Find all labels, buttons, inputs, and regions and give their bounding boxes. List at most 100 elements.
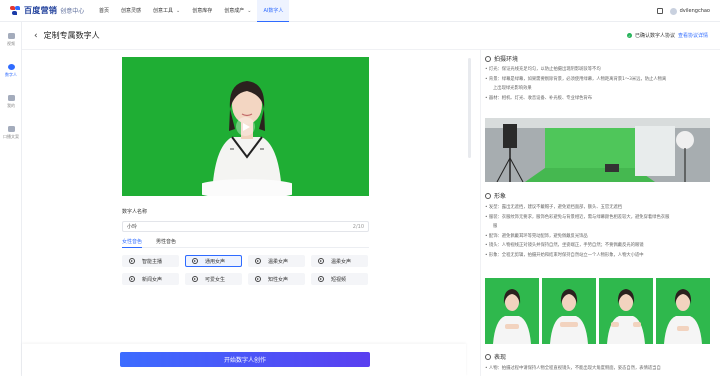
voice-option[interactable]: 可爱女生: [185, 273, 242, 285]
pose-example-image: [542, 278, 596, 344]
tip-line: • 器材：相机、灯光、收音设备、补光板、专业绿色背布: [485, 95, 593, 101]
voice-option-label: 知性女声: [268, 276, 289, 283]
voice-option-label: 温柔女声: [268, 258, 289, 265]
user-area: dvilengchao: [651, 0, 710, 22]
voice-option[interactable]: 新闻女声: [122, 273, 179, 285]
play-icon[interactable]: [255, 276, 261, 282]
check-circle-icon: ✓: [626, 33, 632, 38]
play-icon[interactable]: [318, 276, 324, 282]
video-icon: [7, 33, 15, 39]
preview-video[interactable]: [122, 57, 369, 196]
section-title-performance: 表现: [485, 352, 506, 361]
play-icon[interactable]: [129, 258, 135, 264]
nav-item-label: AI数字人: [263, 8, 284, 14]
tip-line: 上出现绿光影响效果: [493, 86, 532, 91]
logo-subtitle: 创意中心: [60, 8, 85, 15]
bottom-action-bar: 开始数字人创作: [22, 344, 466, 376]
message-icon[interactable]: [656, 8, 663, 14]
name-input[interactable]: 小玲 2/10: [122, 221, 369, 232]
page-title: 定制专属数字人: [43, 31, 100, 40]
sidebar-item-label: 数字人: [5, 72, 17, 77]
voice-tab[interactable]: 女性音色: [122, 238, 143, 248]
nav-item[interactable]: 创意库存: [186, 0, 218, 22]
nav-item[interactable]: 创意灵感: [115, 0, 147, 22]
voice-option[interactable]: 温柔女声: [248, 255, 305, 267]
nav-item-label: 创意灵感: [121, 8, 142, 14]
play-icon[interactable]: [192, 276, 198, 282]
pose-example-image: [485, 278, 539, 344]
tip-line: • 背景：绿幕是绿幕，如果需要剔除背景，必须使用绿幕，人物距离背景1～3米远，防…: [485, 76, 667, 82]
tip-line: • 灯光：保证光线充足均匀，以防止拍摄出现阴影斑驳等不均: [485, 67, 601, 72]
main-nav: 首页 创意灵感 创意工具 ⌄ 创意库存 创意成产 ⌄ AI数字人: [93, 0, 290, 22]
agreement-link[interactable]: 查看协议详情: [678, 32, 708, 39]
studio-setup-image: [485, 118, 710, 182]
appearance-tips: • 发型：露出无遮挡，建议不戴帽子，避免遮挡面部，额头、五官无遮挡 • 服装：衣…: [485, 203, 713, 260]
tip-line: • 人物：拍摄过程中请保持人物全程直视镜头，不能出现大角度侧面，姿态自然，表情适…: [485, 366, 661, 371]
sidebar-item[interactable]: 数字人: [0, 58, 22, 84]
voice-option-label: 通用女声: [205, 258, 226, 265]
chevron-down-icon: ⌄: [247, 7, 252, 14]
play-icon[interactable]: [236, 117, 255, 136]
voice-options: 智能主播 通用女声 温柔女声 温柔女声新闻女声 可爱女生 知性女声 短视频: [122, 255, 369, 285]
voice-option[interactable]: 智能主播: [122, 255, 179, 267]
voice-option[interactable]: 通用女声: [185, 255, 242, 267]
sidebar-item-label: 口播文案: [3, 134, 19, 139]
chevron-down-icon: ⌄: [176, 7, 181, 14]
nav-item[interactable]: 首页: [93, 0, 115, 22]
tip-line: • 镜头：人物视线正对镜头并保持自然，坐姿端正，手势自然；不要佩戴反光的眼镜: [485, 243, 644, 248]
script-icon: [7, 126, 15, 132]
user-icon: [7, 95, 15, 101]
voice-option-label: 可爱女生: [205, 276, 226, 283]
sidebar-item-label: 我的: [7, 103, 15, 108]
voice-option[interactable]: 温柔女声: [311, 255, 368, 267]
play-icon[interactable]: [255, 258, 261, 264]
page-header: ‹ 定制专属数字人 ✓ 已确认数字人协议 查看协议详情: [22, 22, 720, 50]
tip-line: • 服装：衣服纹饰无要求，服饰色彩避免与背景相近，需与绿幕颜色相差较大，避免穿着…: [485, 214, 670, 220]
digital-human-icon: [7, 64, 15, 70]
main-panel: 数字人名称 小玲 2/10 女性音色 男性音色 智能主播 通用女声 温柔女声 温柔女声新…: [22, 50, 480, 376]
nav-item[interactable]: 创意成产 ⌄: [218, 0, 257, 22]
top-navigation-bar: 百度营销 创意中心 首页 创意灵感 创意工具 ⌄ 创意库存 创意成产 ⌄ AI数字人 dvil…: [0, 0, 720, 22]
sidebar-item[interactable]: 口播文案: [0, 120, 22, 146]
name-char-count: 2/10: [352, 223, 364, 230]
voice-option-label: 短视频: [331, 276, 347, 283]
environment-tips: • 灯光：保证光线充足均匀，以防止拍摄出现阴影斑驳等不均 • 背景：绿幕是绿幕，…: [485, 65, 713, 103]
sidebar-item[interactable]: 我的: [0, 89, 22, 115]
play-icon[interactable]: [129, 276, 135, 282]
scrollbar[interactable]: [468, 58, 471, 158]
voice-option-label: 新闻女声: [142, 276, 163, 283]
shooting-guide-panel: 拍摄环境 • 灯光：保证光线充足均匀，以防止拍摄出现阴影斑驳等不均 • 背景：绿…: [480, 50, 720, 376]
voice-gender-tabs: 女性音色 男性音色: [122, 238, 369, 248]
sidebar: 视频数字人我的口播文案: [0, 22, 22, 376]
tip-line: 服: [493, 224, 498, 229]
back-icon[interactable]: ‹: [34, 31, 38, 41]
username[interactable]: dvilengchao: [680, 8, 710, 14]
tip-line: • 配饰：避免佩戴耳环等晃动配饰，避免佩戴反光饰品: [485, 233, 588, 239]
nav-item-label: 创意库存: [192, 8, 213, 14]
agreement-status: ✓ 已确认数字人协议 查看协议详情: [626, 32, 708, 39]
voice-option[interactable]: 短视频: [311, 273, 368, 285]
pose-example-image: [599, 278, 653, 344]
nav-item-label: 创意工具: [153, 8, 174, 14]
play-icon[interactable]: [318, 258, 324, 264]
digital-human-form: 数字人名称 小玲 2/10 女性音色 男性音色 智能主播 通用女声 温柔女声 温柔女声新…: [122, 208, 369, 285]
baidu-logo-icon: [10, 6, 21, 15]
logo[interactable]: 百度营销 创意中心: [10, 5, 90, 16]
nav-item[interactable]: AI数字人: [257, 0, 290, 22]
sidebar-item[interactable]: 视频: [0, 27, 22, 53]
name-input-value: 小玲: [127, 224, 138, 230]
logo-text: 百度营销: [24, 6, 58, 15]
section-title-appearance: 形象: [485, 191, 506, 200]
start-creation-button[interactable]: 开始数字人创作: [120, 352, 370, 367]
nav-item[interactable]: 创意工具 ⌄: [147, 0, 186, 22]
section-title-environment: 拍摄环境: [485, 54, 518, 63]
play-icon[interactable]: [192, 258, 198, 264]
camera-icon: [485, 55, 491, 62]
voice-option-label: 智能主播: [142, 258, 163, 265]
voice-tab[interactable]: 男性音色: [156, 238, 176, 248]
name-label: 数字人名称: [122, 209, 148, 215]
avatar[interactable]: [669, 7, 677, 15]
agreement-status-text: 已确认数字人协议: [634, 33, 675, 39]
voice-option[interactable]: 知性女声: [248, 273, 305, 285]
person-icon: [485, 192, 491, 199]
